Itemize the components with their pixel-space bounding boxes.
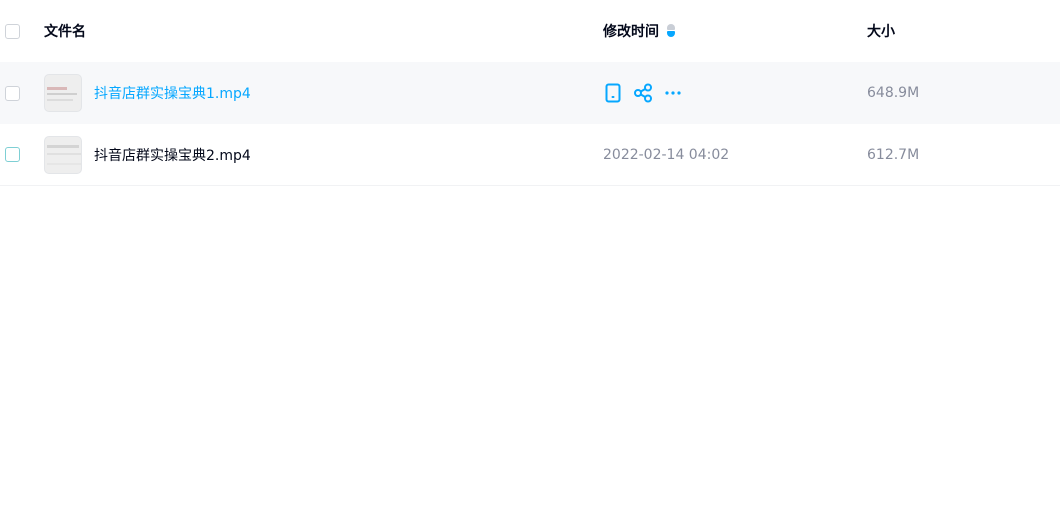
select-all-cell	[0, 23, 44, 39]
header-time-cell[interactable]: 修改时间	[603, 21, 867, 41]
select-all-checkbox[interactable]	[5, 23, 20, 39]
row-time-cell: 2022-02-14 04:02	[603, 147, 867, 163]
row-check-cell	[0, 147, 44, 162]
row-name-cell: 抖音店群实操宝典1.mp4	[44, 74, 603, 112]
row-actions-cell	[603, 83, 867, 103]
more-icon[interactable]	[663, 83, 683, 103]
sort-icon[interactable]	[667, 24, 675, 38]
row-checkbox[interactable]	[5, 85, 20, 101]
share-icon[interactable]	[633, 83, 653, 103]
thumbnail-detail	[47, 144, 79, 148]
sort-down-icon	[667, 31, 675, 37]
file-name-link[interactable]: 抖音店群实操宝典1.mp4	[94, 83, 251, 103]
file-size: 612.7M	[867, 146, 920, 163]
thumbnail-detail	[47, 99, 73, 101]
thumbnail-detail	[47, 152, 81, 155]
file-name-link[interactable]: 抖音店群实操宝典2.mp4	[94, 145, 251, 165]
phone-icon[interactable]	[603, 83, 623, 103]
table-row[interactable]: 抖音店群实操宝典2.mp4 2022-02-14 04:02 612.7M	[0, 124, 1060, 186]
file-list: 文件名 修改时间 大小 抖音店群实操宝典1.mp4 648.9M 抖音店群实操宝…	[0, 0, 1060, 186]
thumbnail-detail	[47, 162, 81, 165]
header-name-cell[interactable]: 文件名	[44, 21, 603, 41]
table-header: 文件名 修改时间 大小	[0, 0, 1060, 62]
modified-time: 2022-02-14 04:02	[603, 146, 730, 163]
table-row[interactable]: 抖音店群实操宝典1.mp4 648.9M	[0, 62, 1060, 124]
header-size-cell[interactable]: 大小	[867, 21, 1060, 41]
header-time-label: 修改时间	[603, 24, 659, 40]
sort-up-icon	[667, 24, 675, 30]
file-size: 648.9M	[867, 85, 920, 101]
row-name-cell: 抖音店群实操宝典2.mp4	[44, 135, 603, 174]
row-size-cell: 612.7M	[867, 147, 1060, 163]
thumbnail-detail	[47, 93, 77, 95]
video-thumbnail[interactable]	[44, 135, 82, 174]
header-size-label: 大小	[867, 24, 895, 40]
thumbnail-detail	[47, 87, 67, 90]
header-name-label: 文件名	[44, 24, 86, 40]
row-size-cell: 648.9M	[867, 85, 1060, 101]
video-thumbnail[interactable]	[44, 74, 82, 112]
row-checkbox[interactable]	[5, 147, 20, 162]
row-check-cell	[0, 85, 44, 101]
